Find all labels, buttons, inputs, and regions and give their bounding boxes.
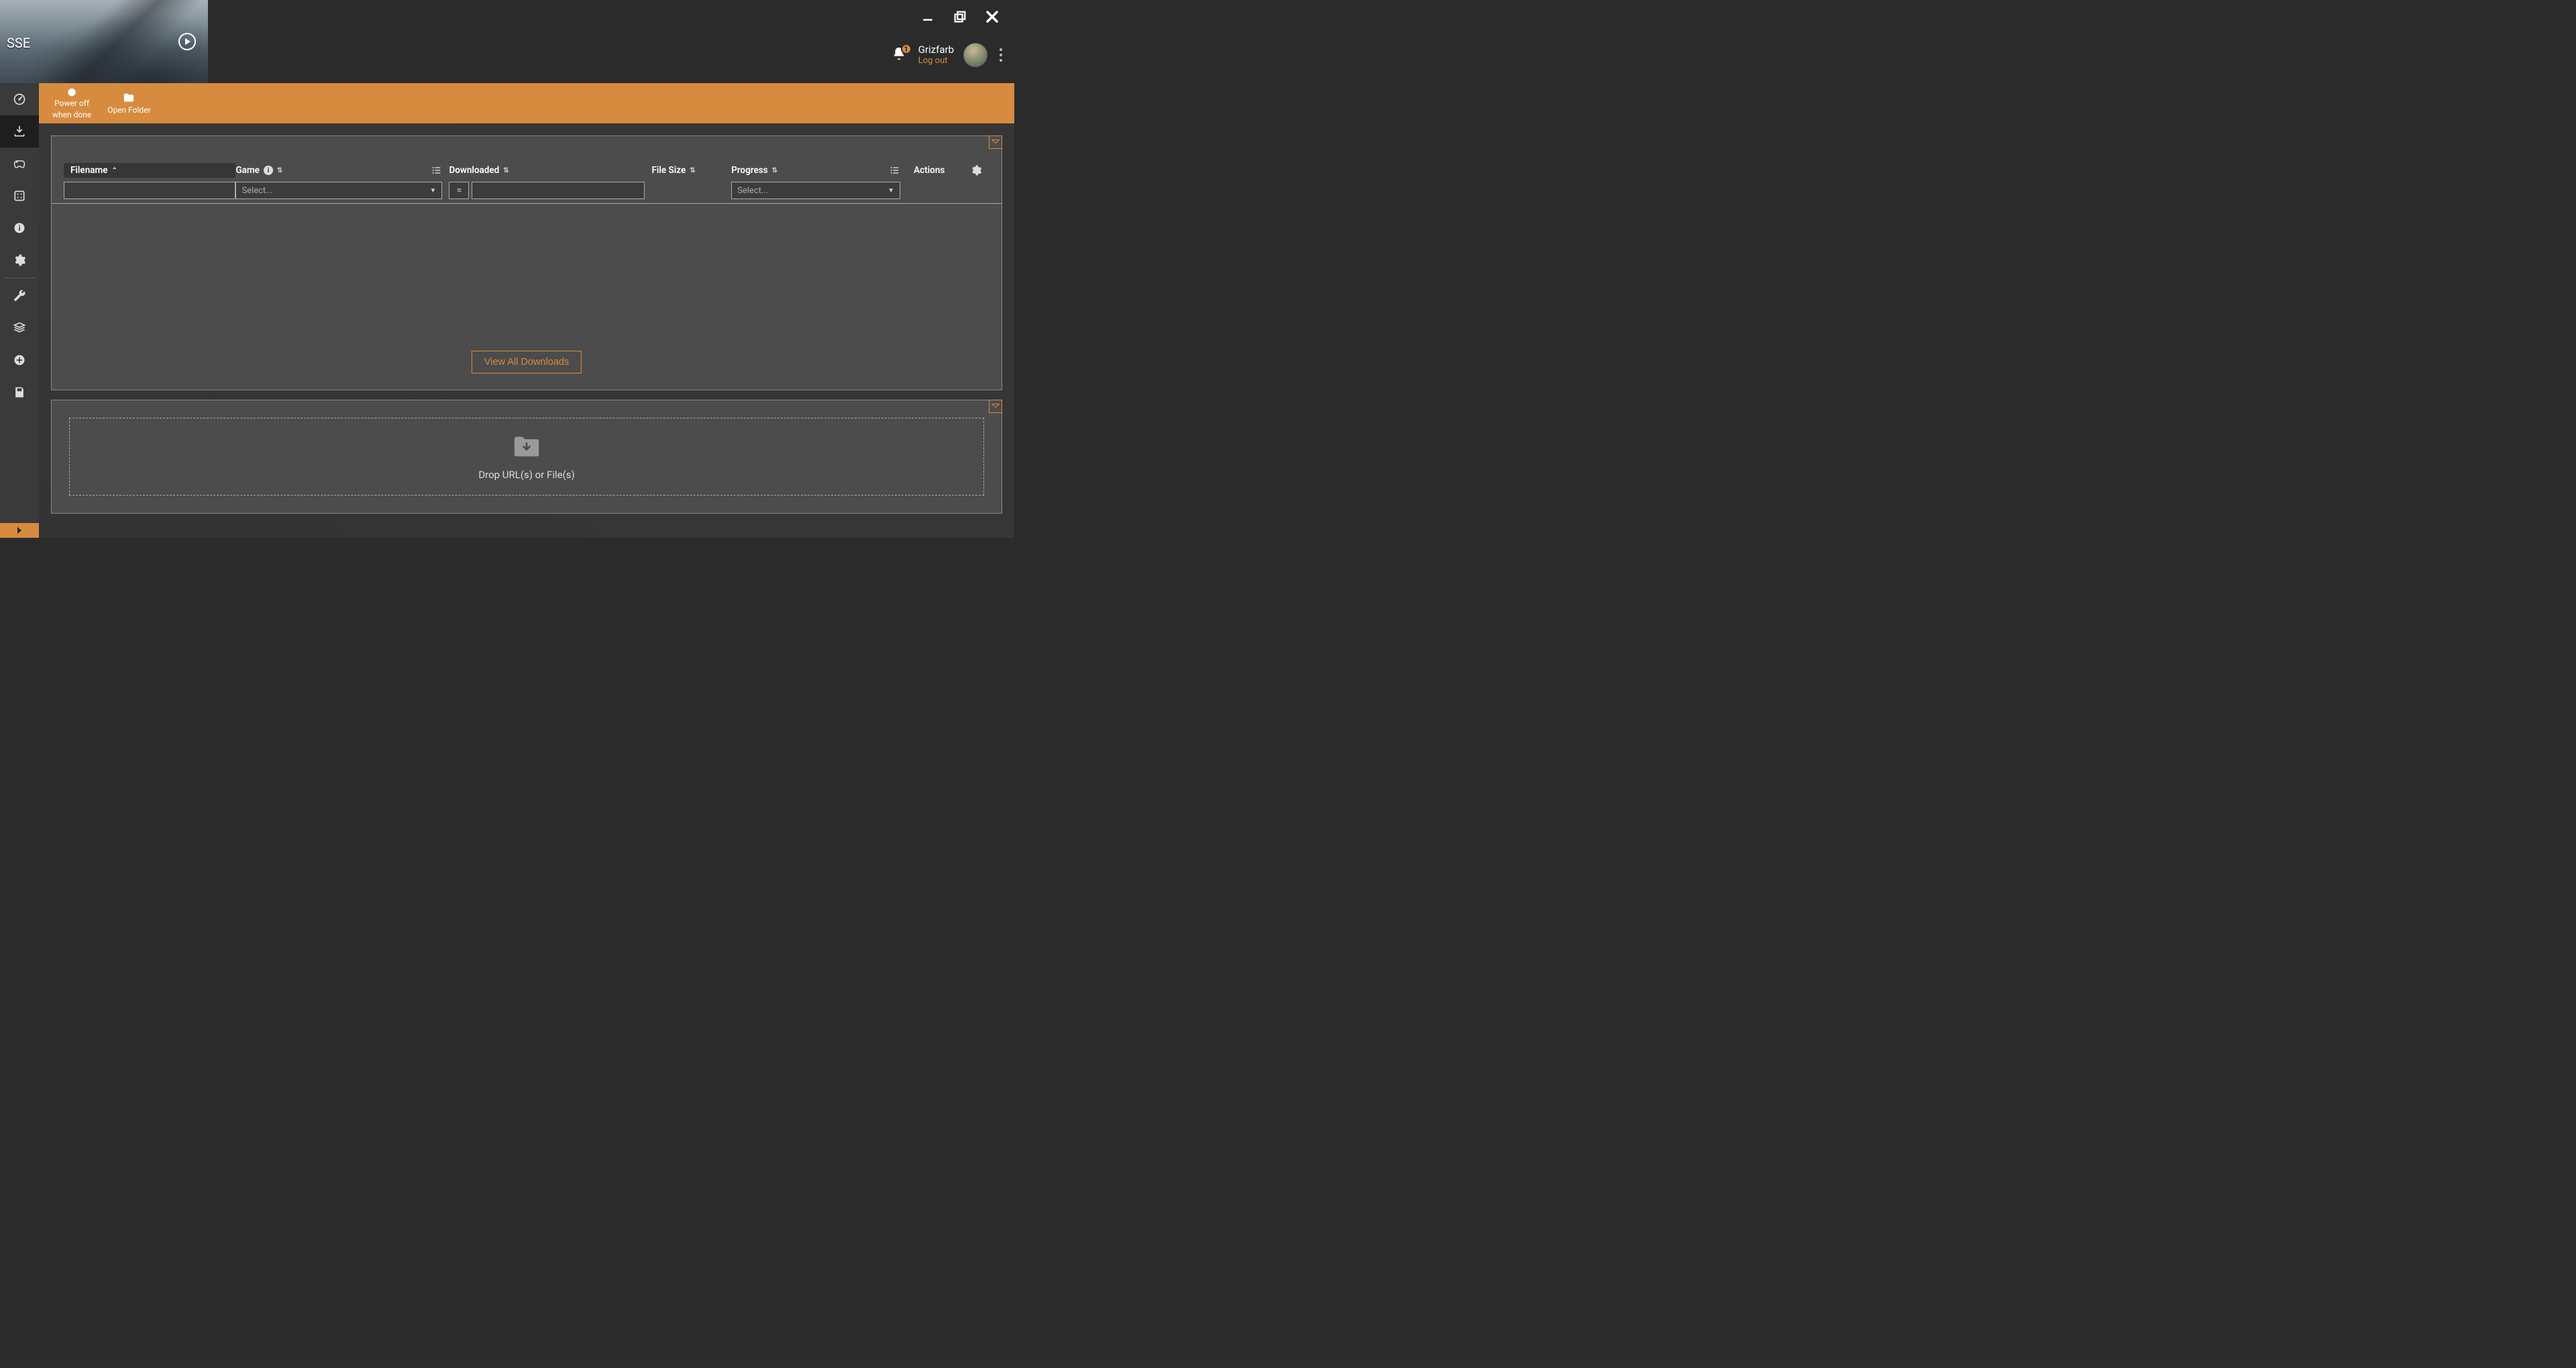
sidebar-item-layers[interactable] bbox=[0, 312, 39, 344]
downloads-table-header: Filename ⌃ Game i ⇅ Select... bbox=[52, 136, 1002, 204]
notifications-button[interactable]: 1 bbox=[892, 46, 909, 64]
list-icon[interactable] bbox=[431, 165, 442, 176]
column-filename-label: Filename bbox=[70, 165, 107, 176]
sidebar-item-tools[interactable] bbox=[0, 280, 39, 312]
maximize-button[interactable] bbox=[951, 8, 969, 25]
notification-badge: 1 bbox=[901, 44, 912, 54]
progress-select-placeholder: Select... bbox=[737, 186, 768, 196]
sidebar-item-settings[interactable] bbox=[0, 244, 39, 276]
titlebar: SSE bbox=[0, 0, 1014, 83]
drop-panel: Drop URL(s) or File(s) bbox=[51, 400, 1002, 514]
sort-icon: ⇅ bbox=[690, 167, 695, 174]
power-off-label-1: Power off bbox=[54, 99, 89, 108]
sidebar-item-downloads[interactable] bbox=[0, 115, 39, 148]
dropzone-label: Drop URL(s) or File(s) bbox=[478, 469, 574, 481]
sort-icon: ⇅ bbox=[772, 167, 777, 174]
column-filesize-header[interactable]: File Size ⇅ bbox=[651, 163, 731, 178]
window-controls bbox=[919, 8, 1001, 25]
column-progress-label: Progress bbox=[731, 165, 768, 176]
column-filesize-label: File Size bbox=[651, 165, 686, 176]
info-icon[interactable]: i bbox=[264, 166, 273, 175]
column-actions-header: Actions bbox=[914, 163, 970, 178]
list-icon[interactable] bbox=[890, 165, 900, 176]
power-off-label-2: when done bbox=[52, 110, 91, 119]
column-game-label: Game bbox=[235, 165, 259, 176]
downloaded-filter-input[interactable] bbox=[472, 182, 645, 199]
sidebar-item-games[interactable] bbox=[0, 148, 39, 180]
sidebar bbox=[0, 83, 39, 538]
sort-icon: ⇅ bbox=[277, 167, 282, 174]
sidebar-item-library[interactable] bbox=[0, 180, 39, 212]
minimize-button[interactable] bbox=[919, 8, 936, 25]
open-folder-button[interactable]: Open Folder bbox=[99, 83, 158, 123]
avatar[interactable] bbox=[963, 43, 987, 67]
column-game-header[interactable]: Game i ⇅ bbox=[235, 163, 442, 178]
game-select-placeholder: Select... bbox=[241, 186, 272, 196]
logout-link[interactable]: Log out bbox=[918, 56, 948, 66]
folder-download-icon bbox=[512, 433, 541, 459]
sidebar-item-dashboard[interactable] bbox=[0, 83, 39, 115]
column-filename-header[interactable]: Filename ⌃ bbox=[64, 163, 235, 178]
column-downloaded-header[interactable]: Downloaded ⇅ bbox=[449, 163, 645, 178]
user-block: 1 Grizfarb Log out bbox=[892, 43, 1005, 67]
column-downloaded-label: Downloaded bbox=[449, 165, 499, 176]
game-tile[interactable]: SSE bbox=[0, 0, 208, 83]
table-settings-button[interactable] bbox=[970, 163, 989, 178]
play-icon[interactable] bbox=[178, 33, 196, 50]
content-area: Filename ⌃ Game i ⇅ Select... bbox=[39, 123, 1014, 538]
sidebar-expand-button[interactable] bbox=[0, 523, 39, 538]
caret-down-icon: ▼ bbox=[888, 187, 894, 194]
open-folder-label: Open Folder bbox=[107, 105, 150, 115]
power-off-when-done-button[interactable]: Power off when done bbox=[44, 83, 99, 123]
filename-filter-input[interactable] bbox=[64, 182, 235, 199]
close-button[interactable] bbox=[983, 8, 1001, 25]
sidebar-item-save[interactable] bbox=[0, 376, 39, 408]
sidebar-item-info[interactable] bbox=[0, 212, 39, 244]
collapse-panel-icon[interactable] bbox=[989, 400, 1002, 413]
downloads-panel: Filename ⌃ Game i ⇅ Select... bbox=[51, 135, 1002, 390]
view-all-downloads-button[interactable]: View All Downloads bbox=[472, 351, 582, 374]
progress-filter-select[interactable]: Select... ▼ bbox=[731, 182, 900, 199]
titlebar-right: 1 Grizfarb Log out bbox=[208, 0, 1014, 83]
dropzone[interactable]: Drop URL(s) or File(s) bbox=[69, 418, 984, 496]
sort-icon: ⇅ bbox=[503, 167, 508, 174]
kebab-menu-button[interactable] bbox=[997, 44, 1005, 66]
user-name: Grizfarb bbox=[918, 44, 954, 56]
sidebar-item-add[interactable] bbox=[0, 344, 39, 376]
column-actions-label: Actions bbox=[914, 165, 945, 176]
game-filter-select[interactable]: Select... ▼ bbox=[235, 182, 442, 199]
toolbar: Power off when done Open Folder bbox=[39, 83, 1014, 123]
caret-down-icon: ▼ bbox=[430, 187, 437, 194]
collapse-panel-icon[interactable] bbox=[989, 135, 1002, 149]
column-progress-header[interactable]: Progress ⇅ bbox=[731, 163, 900, 178]
sort-asc-icon: ⌃ bbox=[111, 167, 117, 174]
game-short-label: SSE bbox=[7, 35, 30, 51]
downloaded-operator-button[interactable]: = bbox=[449, 182, 469, 199]
